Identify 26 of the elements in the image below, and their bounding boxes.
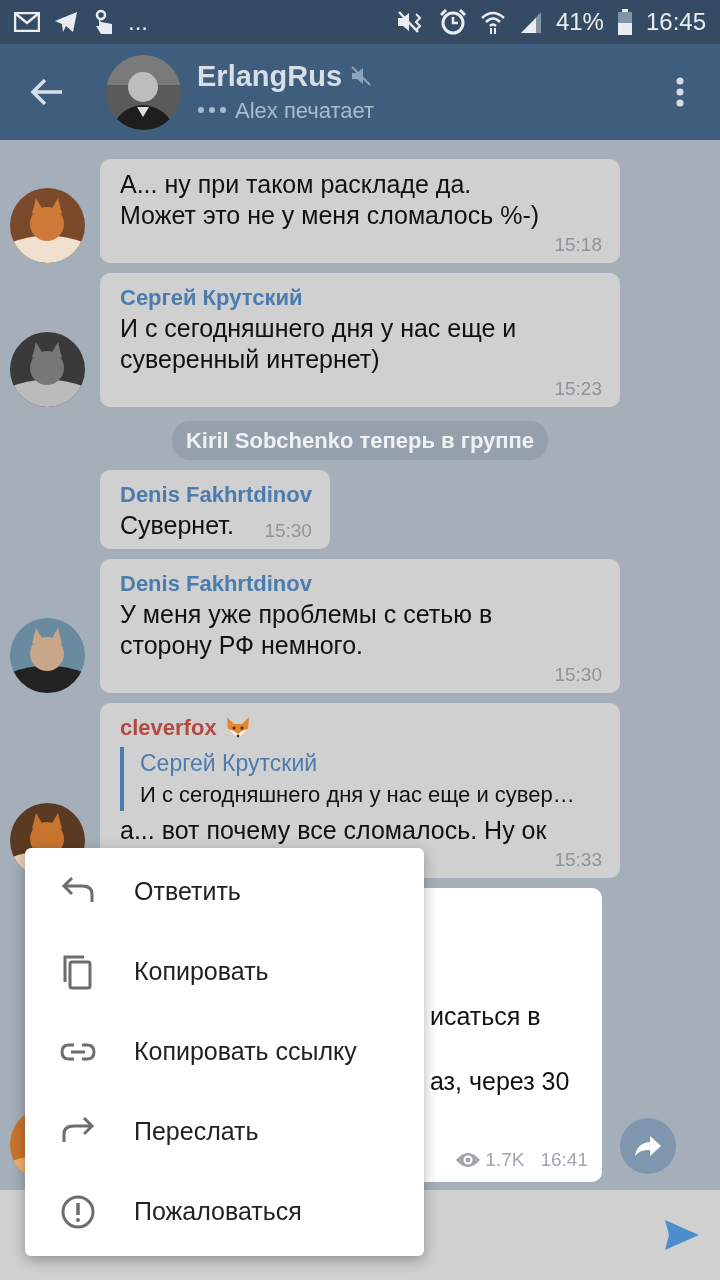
battery-percent-text: 41% bbox=[555, 7, 604, 37]
sender-name: Denis Fakhrtdinov bbox=[120, 570, 312, 598]
sender-name: Denis Fakhrtdinov bbox=[120, 481, 312, 509]
message-text: А... ну при таком раскладе да. Может это не у меня сломалось %-) bbox=[120, 169, 541, 231]
sender-name: Сергей Крутский bbox=[120, 284, 303, 312]
more-notifications-text: ... bbox=[128, 7, 148, 37]
message-time: 15:23 bbox=[553, 377, 602, 401]
view-count: 1.7K bbox=[485, 1148, 525, 1172]
reply-text: И с сегодняшнего дня у нас еще и сувер… bbox=[140, 781, 576, 809]
message-time: 15:30 bbox=[553, 663, 602, 687]
message-text: исаться в bbox=[429, 1001, 542, 1032]
message-text: У меня уже проблемы с сетью в сторону РФ немного. bbox=[120, 599, 494, 661]
sender-name: cleverfox bbox=[120, 714, 217, 742]
message-time: 15:30 bbox=[263, 519, 312, 543]
message-time: 16:41 bbox=[540, 1148, 588, 1172]
clock-text: 16:45 bbox=[645, 7, 706, 37]
reply-sender: Сергей Крутский bbox=[140, 749, 319, 778]
message-text: а... вот почему все сломалось. Ну ок bbox=[120, 815, 547, 846]
message-time: 15:18 bbox=[553, 233, 602, 257]
message-time: 15:33 bbox=[553, 848, 602, 872]
chat-title: ErlangRus bbox=[197, 58, 343, 94]
message-text: Сувернет. bbox=[120, 510, 234, 541]
typing-status: Alex печатает bbox=[235, 96, 375, 125]
message-text: аз, через 30 bbox=[429, 1066, 571, 1097]
message-text: И с сегодняшнего дня у нас еще и суверенный интернет) bbox=[120, 313, 518, 375]
service-message: Kiril Sobchenko теперь в группе bbox=[171, 421, 549, 460]
